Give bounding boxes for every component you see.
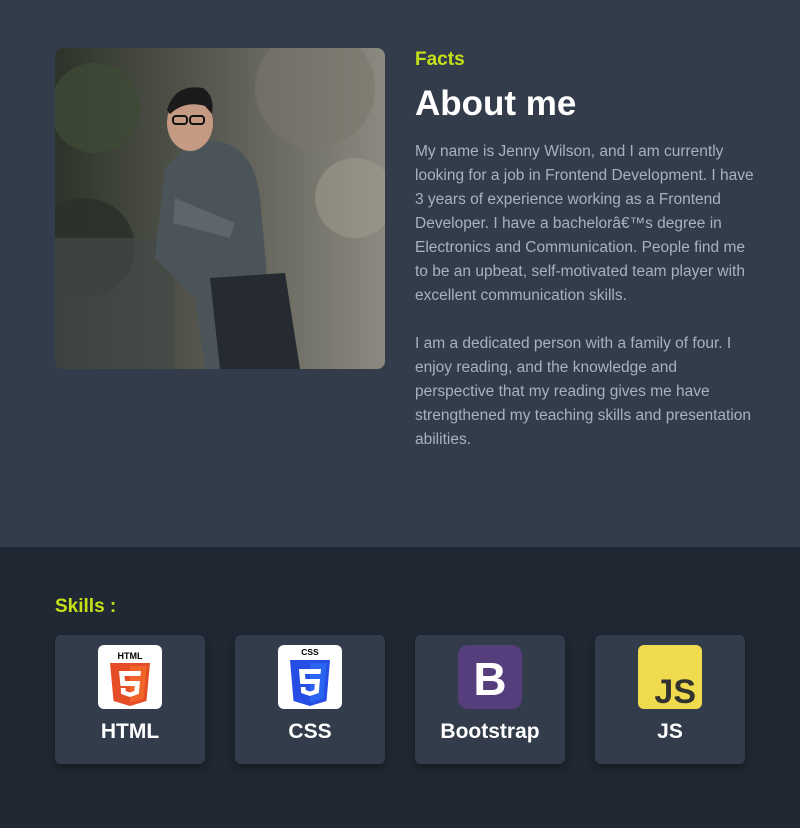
about-paragraph: I am a dedicated person with a family of… [415,335,752,448]
about-paragraph: My name is Jenny Wilson, and I am curren… [415,143,754,304]
skill-label: JS [657,720,683,743]
javascript-icon: JS [638,645,702,709]
section-eyebrow: Facts [415,49,465,70]
skill-label: HTML [100,720,160,743]
skills-list: HTML HTML CSS CSS B Bootstrap JS JS [55,635,745,764]
skills-title: Skills : [55,596,117,617]
skill-label: CSS [288,720,332,743]
css3-badge-text: CSS [301,647,319,657]
about-text: Facts About me My name is Jenny Wilson, … [415,48,755,452]
skill-card-css[interactable]: CSS CSS [235,635,385,764]
javascript-badge-text: JS [654,673,696,709]
page-title: About me [415,84,577,123]
bootstrap-badge-text: B [473,653,506,705]
html5-badge-text: HTML [118,651,143,661]
skill-label: Bootstrap [440,720,540,743]
profile-photo [55,48,385,369]
css3-icon: CSS [278,645,342,709]
bootstrap-icon: B [458,645,522,709]
skill-card-html[interactable]: HTML HTML [55,635,205,764]
html5-icon: HTML [98,645,162,709]
skill-card-js[interactable]: JS JS [595,635,745,764]
about-section: Facts About me My name is Jenny Wilson, … [0,0,800,547]
skills-section: Skills : HTML HTML CSS CSS B Bootstrap J… [0,547,800,828]
skill-card-bootstrap[interactable]: B Bootstrap [415,635,565,764]
